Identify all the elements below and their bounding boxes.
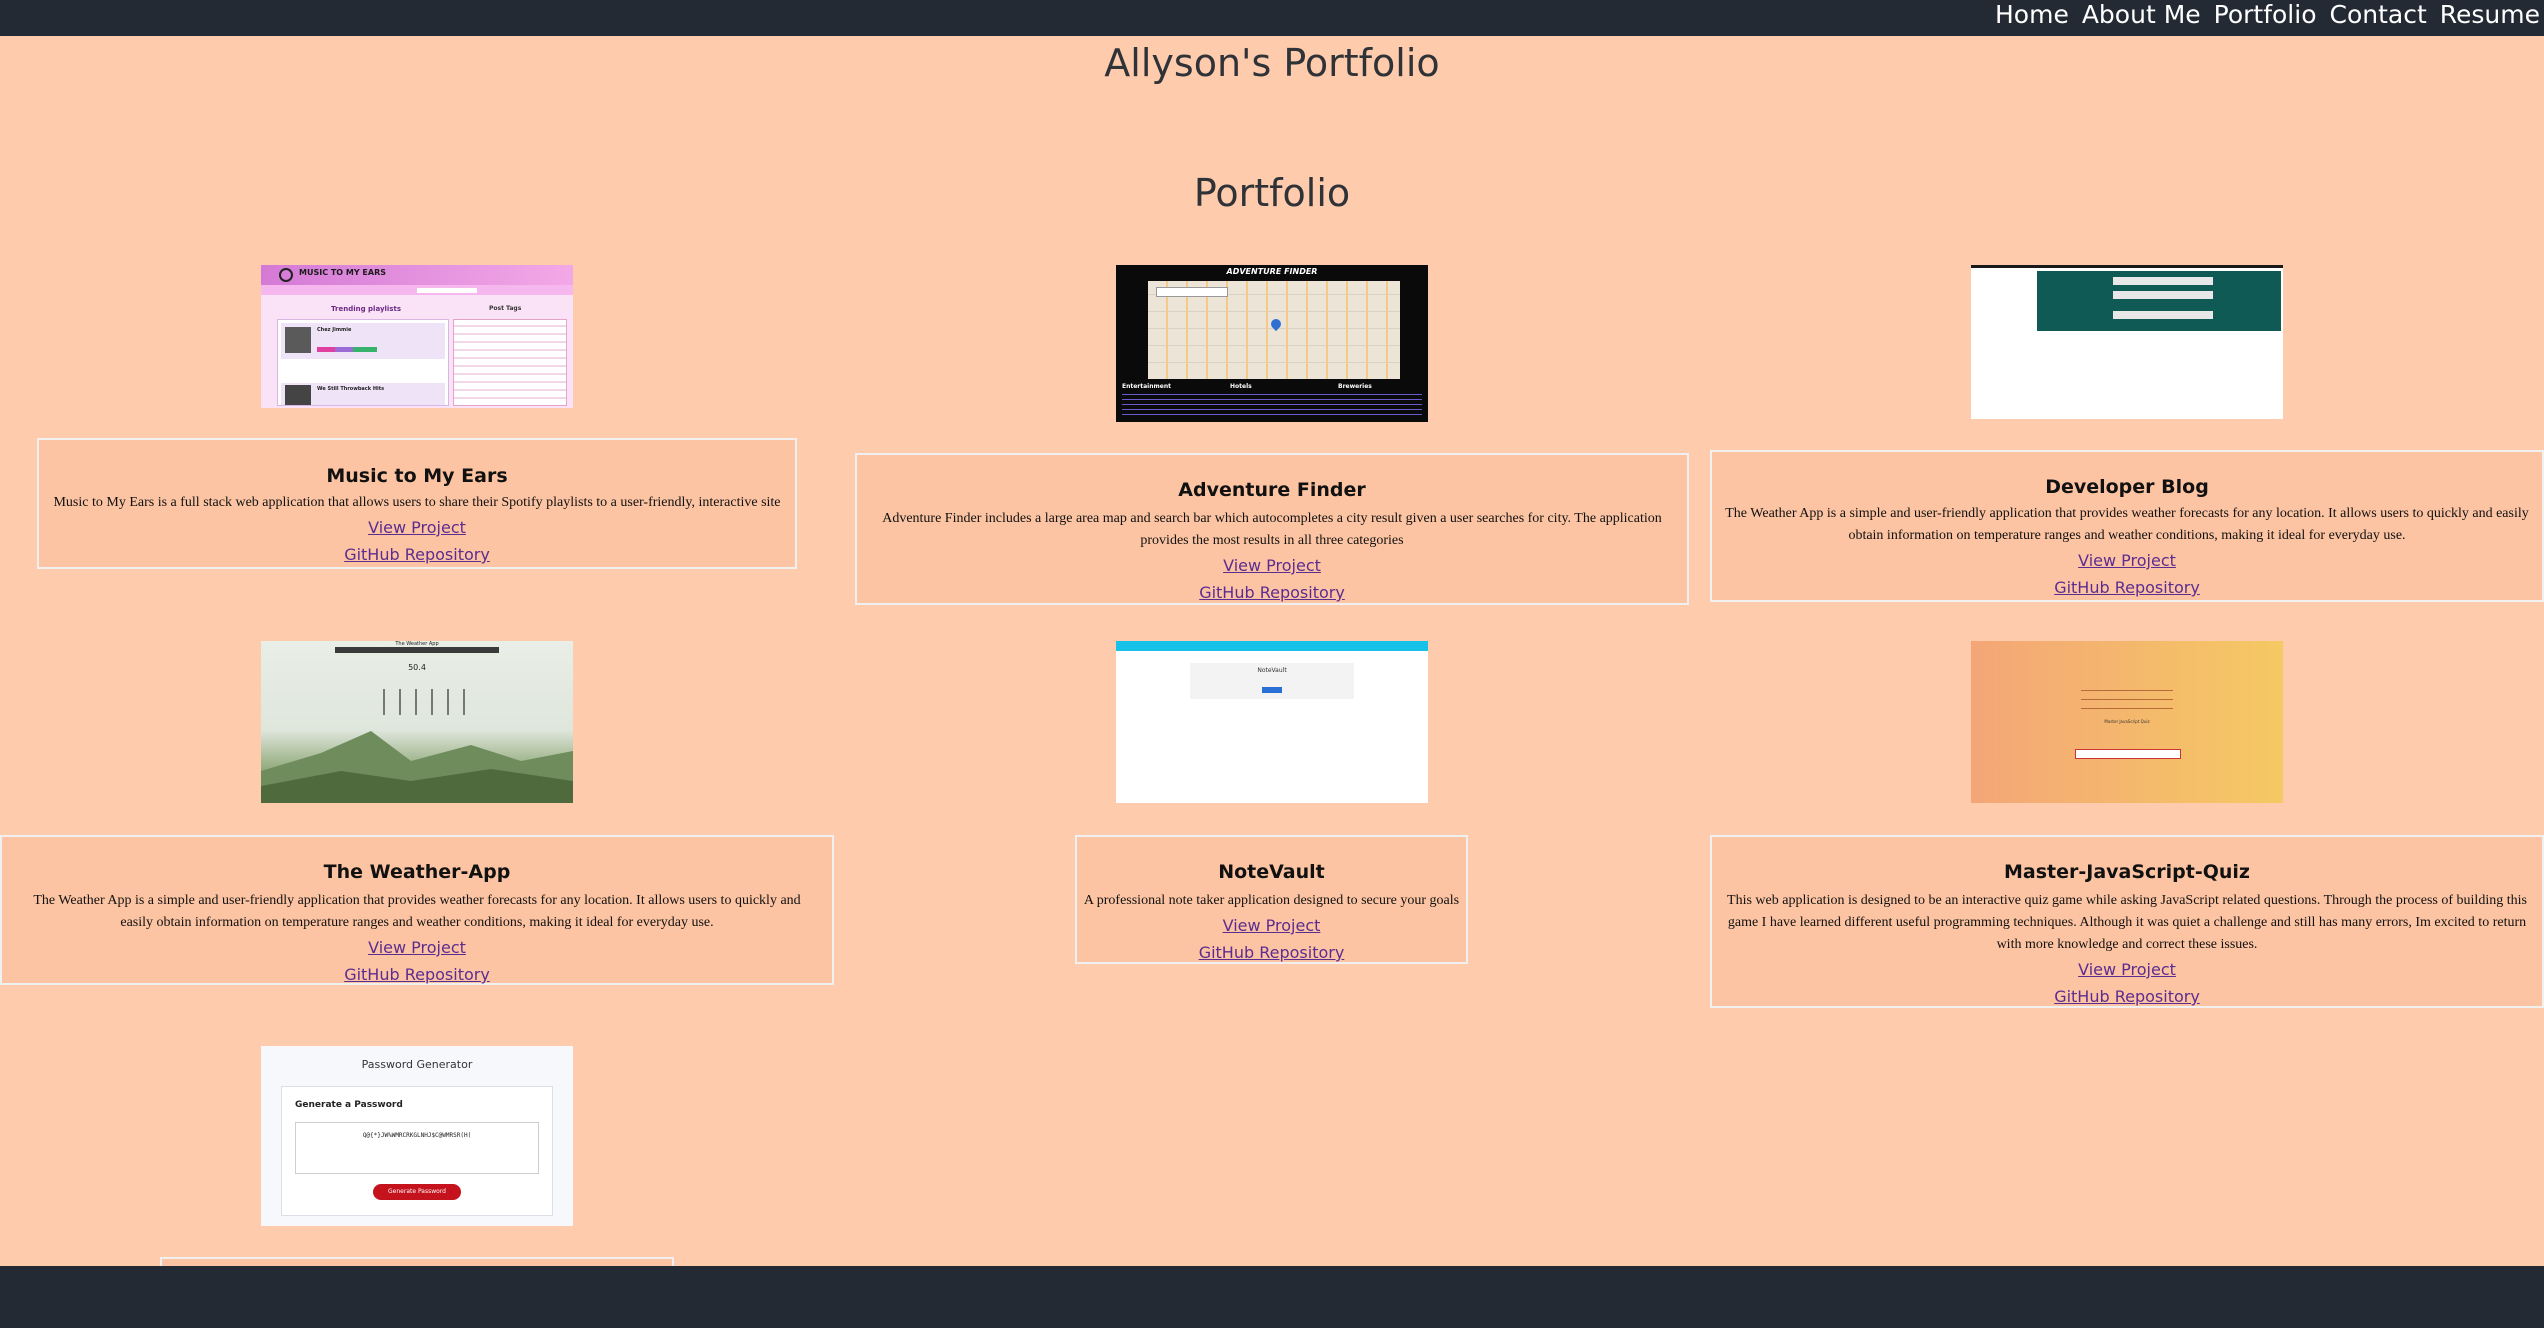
music-thumb-item1: Chez Jimmie <box>317 327 352 333</box>
weather-thumb-brand: The Weather App <box>395 641 439 647</box>
adventure-thumb-brand: ADVENTURE FINDER <box>1226 267 1318 276</box>
weather-thumb-temp: 50.4 <box>408 663 426 672</box>
adventure-thumb-col2: Hotels <box>1230 383 1252 390</box>
project-title: NoteVault <box>1218 861 1325 883</box>
project-description: The Weather App is a simple and user-fri… <box>1725 506 2529 543</box>
project-screenshot-adventure: ADVENTURE FINDER Entertainment Hotels Br… <box>1116 265 1428 422</box>
music-thumb-tags <box>317 347 377 352</box>
project-description: Adventure Finder includes a large area m… <box>882 511 1662 548</box>
project-card-quiz: Master-JavaScript-Quiz This web applicat… <box>1710 835 2544 1008</box>
quiz-thumb-lines <box>2081 687 2173 717</box>
music-thumb-brand: MUSIC TO MY EARS <box>299 268 387 277</box>
password-thumb-subtitle: Generate a Password <box>295 1100 403 1110</box>
blog-thumb-topbar <box>1971 265 2283 268</box>
view-project-link[interactable]: View Project <box>1077 912 1466 939</box>
nav-about-link[interactable]: About Me <box>2082 0 2201 30</box>
project-description: This web application is designed to be a… <box>1727 893 2527 952</box>
view-project-link[interactable]: View Project <box>39 514 795 541</box>
project-screenshot-quiz: Master JavaScript Quiz <box>1971 641 2283 803</box>
github-repo-link[interactable]: GitHub Repository <box>1712 574 2542 601</box>
github-repo-link[interactable]: GitHub Repository <box>2 961 832 988</box>
project-card-adventure: Adventure Finder Adventure Finder includ… <box>855 453 1689 605</box>
quiz-thumb-input <box>2075 749 2181 759</box>
quiz-thumb-heading: Master JavaScript Quiz <box>2104 719 2150 724</box>
headphones-icon <box>279 268 293 282</box>
view-project-link[interactable]: View Project <box>2 934 832 961</box>
project-card-weather: The Weather-App The Weather App is a sim… <box>0 835 834 985</box>
project-title: Developer Blog <box>2045 476 2209 498</box>
view-project-link[interactable]: View Project <box>857 552 1687 579</box>
project-screenshot-weather: The Weather App 50.4 <box>261 641 573 803</box>
music-thumb-side-heading: Post Tags <box>489 305 522 312</box>
music-thumb-search <box>417 288 477 293</box>
project-description: The Weather App is a simple and user-fri… <box>33 893 801 930</box>
project-description: A professional note taker application de… <box>1083 893 1460 908</box>
blog-thumb-input1 <box>2113 277 2213 285</box>
project-screenshot-blog <box>1971 265 2283 419</box>
album-art-2 <box>285 385 311 405</box>
project-title: Adventure Finder <box>1178 479 1366 501</box>
adventure-thumb-col3: Breweries <box>1338 383 1372 390</box>
footer <box>0 1266 2544 1328</box>
album-art-1 <box>285 327 311 353</box>
project-card-notevault: NoteVault A professional note taker appl… <box>1075 835 1468 964</box>
music-thumb-heading: Trending playlists <box>331 305 401 313</box>
github-repo-link[interactable]: GitHub Repository <box>39 541 795 568</box>
password-thumb-title: Password Generator <box>361 1058 473 1071</box>
github-repo-link[interactable]: GitHub Repository <box>1712 983 2542 1010</box>
github-repo-link[interactable]: GitHub Repository <box>1077 939 1466 966</box>
project-screenshot-music: MUSIC TO MY EARS Trending playlists Post… <box>261 265 573 408</box>
project-card-music: Music to My Ears Music to My Ears is a f… <box>37 438 797 569</box>
section-title: Portfolio <box>1193 171 1351 215</box>
view-project-link[interactable]: View Project <box>1712 547 2542 574</box>
notevault-thumb-button <box>1262 687 1282 693</box>
project-title: Master-JavaScript-Quiz <box>2003 861 2250 883</box>
nav-portfolio-link[interactable]: Portfolio <box>2214 0 2317 30</box>
top-navbar: Home About Me Portfolio Contact Resume <box>0 0 2544 36</box>
adventure-thumb-col1: Entertainment <box>1122 383 1171 390</box>
music-thumb-tagpanel <box>453 319 567 406</box>
password-thumb-output: Q@{*}JW%WMRCRKGLNHJ$C@WMRSR(H( <box>362 1132 472 1139</box>
site-title: Allyson's Portfolio <box>1104 41 1440 85</box>
nav-contact-link[interactable]: Contact <box>2330 0 2427 30</box>
notevault-thumb-topbar <box>1116 641 1428 651</box>
password-thumb-output-box <box>295 1122 539 1174</box>
project-screenshot-notevault: NoteVault <box>1116 641 1428 803</box>
notevault-thumb-heading: NoteVault <box>1257 667 1287 674</box>
project-screenshot-password: Password Generator Generate a Password Q… <box>261 1046 573 1226</box>
blog-thumb-input2 <box>2113 291 2213 299</box>
nav-resume-link[interactable]: Resume <box>2440 0 2540 30</box>
music-thumb-item2: We Still Throwback Hits <box>317 386 385 392</box>
project-description: Music to My Ears is a full stack web app… <box>53 495 781 510</box>
project-title: Music to My Ears <box>326 465 508 487</box>
adventure-thumb-results <box>1122 393 1422 419</box>
github-repo-link[interactable]: GitHub Repository <box>857 579 1687 606</box>
main-nav: Home About Me Portfolio Contact Resume <box>1982 0 2544 30</box>
nav-home-link[interactable]: Home <box>1995 0 2069 30</box>
weather-thumb-forecast <box>369 689 465 715</box>
project-title: The Weather-App <box>323 861 511 883</box>
weather-thumb-nav <box>335 647 499 653</box>
blog-thumb-input3 <box>2113 311 2213 319</box>
password-thumb-button: Generate Password <box>373 1184 461 1200</box>
adventure-thumb-search <box>1156 287 1228 297</box>
view-project-link[interactable]: View Project <box>1712 956 2542 983</box>
project-card-blog: Developer Blog The Weather App is a simp… <box>1710 450 2544 602</box>
